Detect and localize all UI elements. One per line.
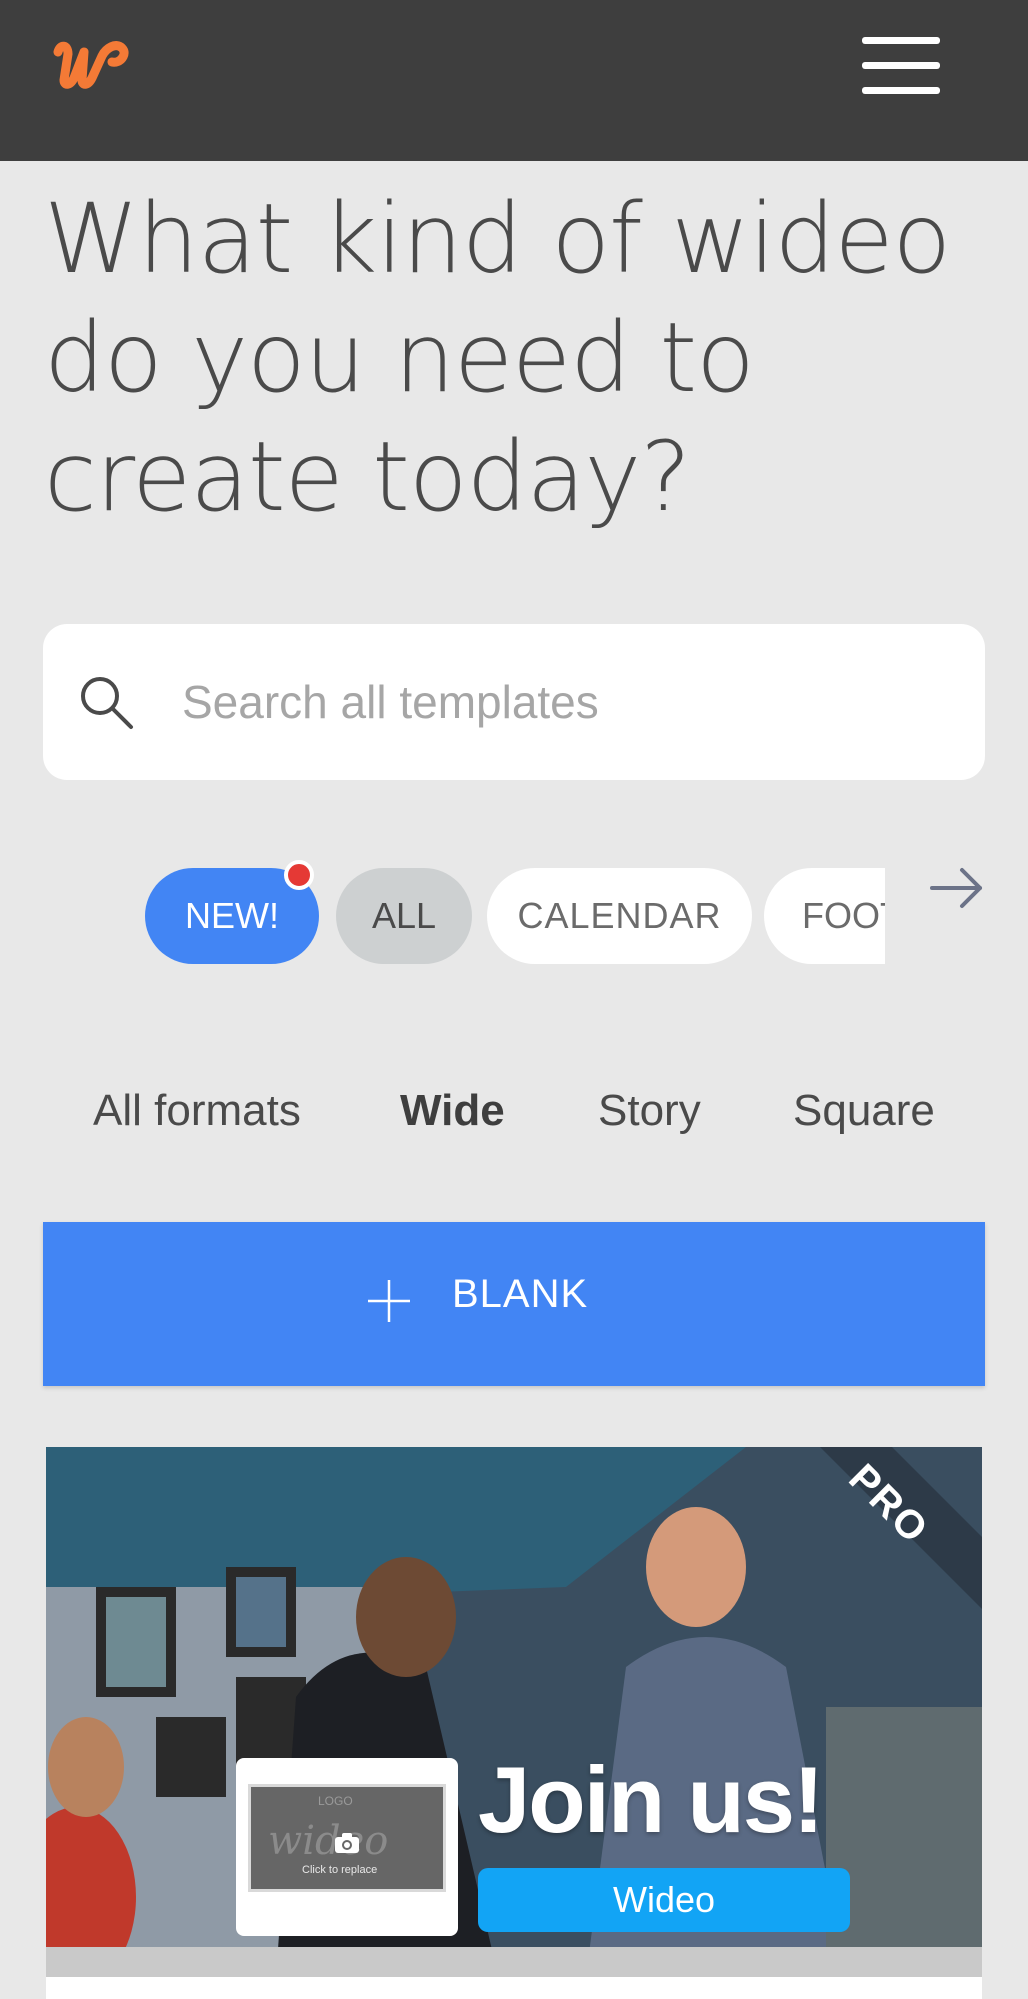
page-title: What kind of wideo do you need to create… [44, 180, 1004, 537]
page-title-line-3: create today? [44, 421, 691, 533]
app-header [0, 0, 1028, 161]
logo-placeholder-wordmark: wideo [268, 1818, 389, 1864]
tab-wide[interactable]: Wide [400, 1086, 505, 1146]
page-title-line-1: What kind of wideo [44, 183, 951, 295]
tab-all-formats[interactable]: All formats [93, 1086, 301, 1146]
chip-foot[interactable]: FOOT [764, 868, 885, 964]
category-chip-list: NEW! ALL CALENDAR FOOT [145, 868, 885, 964]
wideo-w-logo-icon[interactable] [50, 30, 150, 102]
logo-placeholder-hint: Click to replace [302, 1864, 378, 1876]
tab-square[interactable]: Square [793, 1086, 935, 1146]
search-input[interactable] [182, 664, 942, 740]
arrow-right-icon[interactable] [930, 866, 984, 910]
tab-story[interactable]: Story [598, 1086, 701, 1146]
page-title-line-2: do you need to [44, 302, 755, 414]
plus-icon [368, 1280, 410, 1322]
template-brand-pill: Wideo [478, 1868, 850, 1932]
logo-placeholder-label: LOGO [318, 1794, 353, 1808]
search-icon [81, 677, 133, 729]
blank-button-label: BLANK [452, 1272, 589, 1316]
template-title: Join us! [478, 1747, 824, 1852]
notification-dot [284, 860, 314, 890]
camera-icon [335, 1833, 359, 1853]
chip-calendar[interactable]: CALENDAR [487, 868, 752, 964]
chip-all[interactable]: ALL [336, 868, 472, 964]
hamburger-menu-icon[interactable] [856, 30, 946, 102]
template-card-footer [46, 1977, 982, 1999]
